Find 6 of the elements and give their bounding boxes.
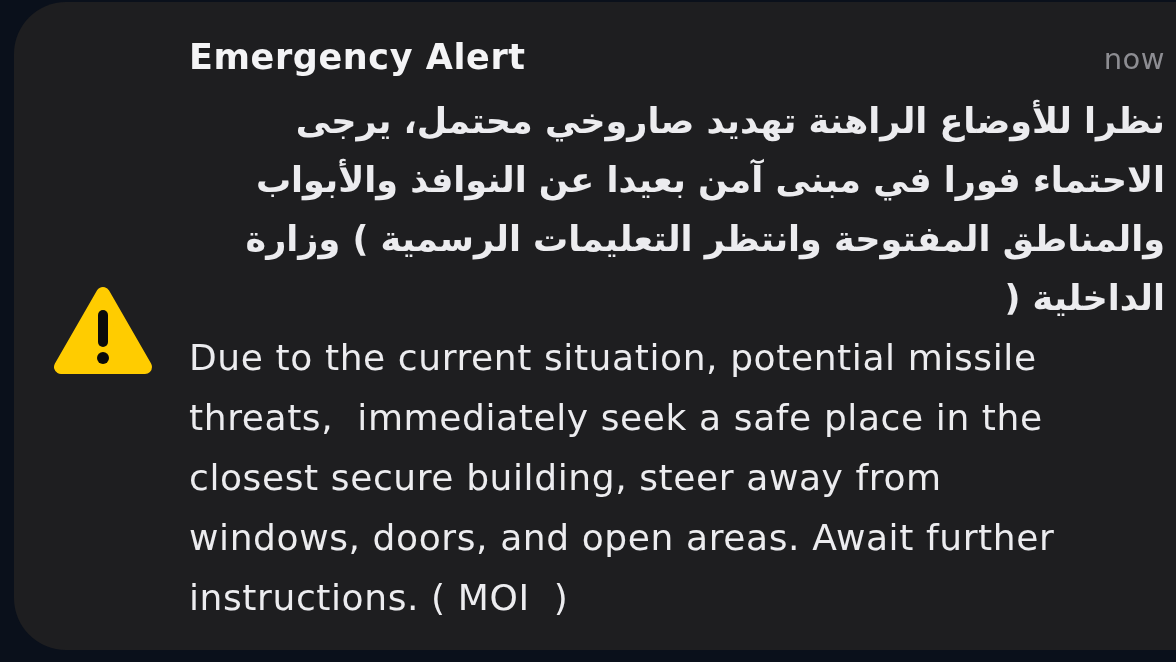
message-text: Due to the current situation, potential missile threats, immediately seek a safe place in the closest secure building, steer away from windows, doors, and open areas. Await further instructions. ( MOI ) (189, 336, 1056, 620)
alert-title: Emergency Alert (189, 36, 526, 79)
timestamp: now (1103, 42, 1165, 76)
message-text: نظرا للأوضاع الراهنة تهديد صاروخي محتمل، يرجى الاحتماء فورا في مبنى آمن بعيدا عن النوافذ والأبواب والمناطق المفتوحة وانتظر التعليمات الرسمية ) وزارة الداخلية ( (244, 98, 1165, 320)
notification-card[interactable] (14, 2, 1176, 650)
warning-icon (53, 285, 153, 376)
